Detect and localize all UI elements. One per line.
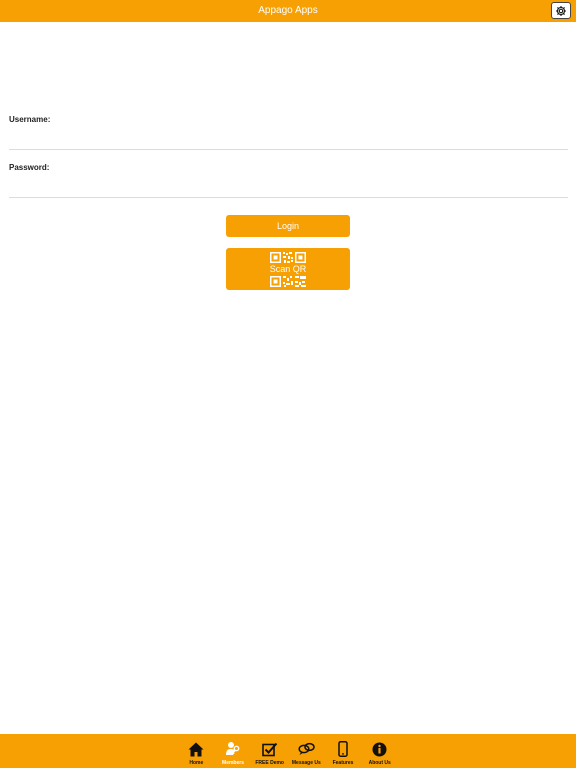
- tab-label-free-demo: FREE Demo: [255, 760, 284, 766]
- tab-label-about-us: About Us: [368, 760, 391, 766]
- qr-code-icon-bottom: [270, 275, 306, 287]
- tab-home[interactable]: Home: [178, 734, 215, 768]
- tab-label-message-us: Message Us: [291, 760, 321, 766]
- checkbox-icon: [261, 742, 277, 756]
- scan-qr-label: Scan QR: [269, 263, 307, 274]
- members-icon: [226, 742, 240, 755]
- settings-button[interactable]: [551, 2, 571, 19]
- chat-icon: [298, 742, 315, 755]
- top-navigation-bar: Appago Apps: [0, 0, 576, 22]
- info-icon: [372, 742, 387, 756]
- tab-label-members: Members: [222, 760, 244, 766]
- qr-code-icon: [270, 251, 306, 263]
- scan-qr-button[interactable]: Scan QR: [226, 248, 350, 290]
- phone-icon: [338, 741, 348, 757]
- home-icon: [188, 742, 204, 756]
- password-input[interactable]: [9, 180, 568, 198]
- tab-label-features: Features: [332, 760, 354, 766]
- app-window: Appago Apps Username: Password: Login Sc…: [0, 0, 576, 768]
- username-input[interactable]: [9, 132, 568, 150]
- bottom-tab-bar: Home Members FREE Demo Message Us Featur…: [0, 734, 576, 768]
- tab-about-us[interactable]: About Us: [361, 734, 398, 768]
- tab-free-demo[interactable]: FREE Demo: [251, 734, 288, 768]
- gear-icon: [556, 5, 566, 16]
- password-label: Password:: [9, 163, 50, 172]
- tab-message-us[interactable]: Message Us: [288, 734, 325, 768]
- username-label: Username:: [9, 115, 51, 124]
- login-button[interactable]: Login: [226, 215, 350, 237]
- tab-label-home: Home: [189, 760, 204, 766]
- app-title: Appago Apps: [258, 5, 318, 16]
- tab-features[interactable]: Features: [325, 734, 362, 768]
- tab-members[interactable]: Members: [215, 734, 252, 768]
